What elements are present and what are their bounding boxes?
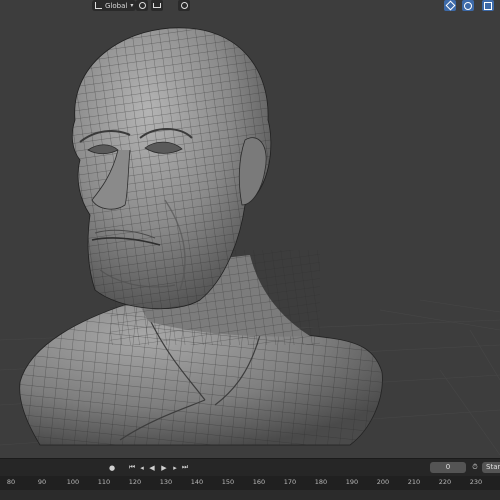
tick-label: 110: [97, 478, 111, 486]
tick-label: 80: [6, 478, 16, 486]
tick-label: 210: [407, 478, 421, 486]
play-reverse-icon[interactable]: ◀: [148, 463, 156, 472]
jump-start-icon[interactable]: ⏮: [128, 463, 136, 472]
play-icon[interactable]: ▶: [160, 463, 168, 472]
timeline-header: ● ⏮ ◂ ◀ ▶ ▸ ⏭ 0 ⏱ Start: [0, 458, 500, 477]
proportional-edit-icon[interactable]: [178, 0, 190, 11]
tick-label: 230: [469, 478, 483, 486]
sculpt-bust-mesh[interactable]: [0, 20, 400, 458]
3d-viewport[interactable]: Global ▾: [0, 0, 500, 458]
start-frame-field[interactable]: Start: [482, 462, 500, 473]
tick-label: 130: [159, 478, 173, 486]
record-icon[interactable]: ●: [108, 463, 116, 472]
next-keyframe-icon[interactable]: ▸: [171, 463, 179, 472]
blender-window: Global ▾ ● ⏮ ◂ ◀ ▶ ▸ ⏭ 0 ⏱ Star 80 90 10…: [0, 0, 500, 500]
chevron-down-icon: ▾: [130, 1, 134, 9]
timeline-ruler[interactable]: 80 90 100 110 120 130 140 150 160 170 18…: [0, 476, 500, 490]
transform-orientation-dropdown[interactable]: Global ▾: [92, 0, 137, 11]
viewport-canvas[interactable]: [0, 0, 500, 458]
tick-label: 160: [252, 478, 266, 486]
prev-keyframe-icon[interactable]: ◂: [138, 463, 146, 472]
tick-label: 190: [345, 478, 359, 486]
tick-label: 170: [283, 478, 297, 486]
tick-label: 180: [314, 478, 328, 486]
tick-label: 120: [128, 478, 142, 486]
tick-label: 150: [221, 478, 235, 486]
transform-orientation-icon: [95, 2, 102, 9]
pivot-icon[interactable]: [136, 0, 148, 11]
stopwatch-icon[interactable]: ⏱: [471, 463, 479, 472]
timeline-tracks[interactable]: [0, 490, 500, 500]
gizmo-icon[interactable]: [444, 0, 456, 11]
viewport-header: Global ▾: [0, 0, 500, 13]
tick-label: 100: [66, 478, 80, 486]
tick-label: 140: [190, 478, 204, 486]
tick-label: 90: [37, 478, 47, 486]
tick-label: 220: [438, 478, 452, 486]
xray-icon[interactable]: [482, 0, 494, 11]
snap-icon[interactable]: [151, 0, 163, 11]
tick-label: 200: [376, 478, 390, 486]
overlay-icon[interactable]: [462, 0, 474, 11]
transform-orientation-label: Global: [105, 1, 128, 10]
jump-end-icon[interactable]: ⏭: [181, 463, 189, 472]
current-frame-field[interactable]: 0: [430, 462, 466, 473]
